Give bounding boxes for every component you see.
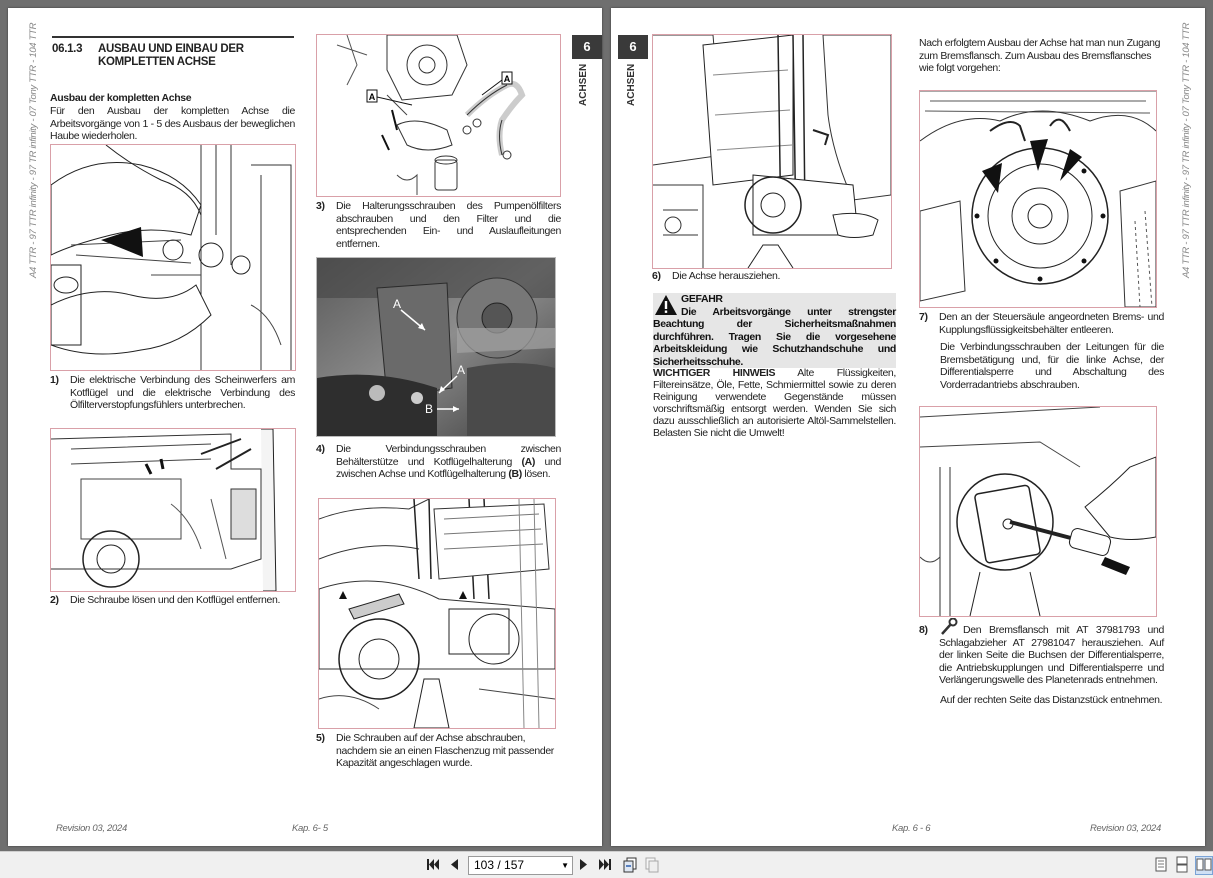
prev-page-icon xyxy=(451,859,458,870)
fig3-label-a1: A xyxy=(369,92,376,102)
continuous-page-icon xyxy=(1176,856,1188,873)
previous-view-icon xyxy=(623,857,637,873)
viewer-toolbar: 103 / 157 ▼ xyxy=(0,851,1213,878)
figure-brake-flange-drawing xyxy=(919,90,1157,308)
subheading: Ausbau der kompletten Achse xyxy=(50,92,192,104)
footer-revision: Revision 03, 2024 xyxy=(1090,823,1161,834)
next-view-icon xyxy=(645,857,659,873)
fig4-label-b: B xyxy=(425,402,433,416)
warning-title: GEFAHR xyxy=(681,293,723,305)
facing-pages-icon xyxy=(1196,858,1212,871)
section-title: AUSBAU UND EINBAU DER KOMPLETTEN ACHSE xyxy=(98,43,244,68)
previous-page-button[interactable] xyxy=(448,856,460,873)
single-page-view-button[interactable] xyxy=(1154,856,1168,873)
footer-revision: Revision 03, 2024 xyxy=(56,823,127,834)
warning-text: Die Arbeitsvorgänge unter strengster Bea… xyxy=(653,305,896,368)
go-forward-view-button[interactable] xyxy=(644,856,660,873)
side-model-text: A4 TTR - 97 TTR infinity - 97 TR infinit… xyxy=(1181,22,1192,278)
first-page-button[interactable] xyxy=(426,856,440,873)
fig4-label-a1: A xyxy=(393,297,401,311)
single-page-icon xyxy=(1155,857,1167,872)
last-page-icon xyxy=(599,859,611,870)
figure-pump-filter-diagram: A A xyxy=(316,34,561,197)
footer-page-number: Kap. 6- 5 xyxy=(292,823,328,834)
chapter-tab: 6 xyxy=(572,35,602,59)
last-page-button[interactable] xyxy=(598,856,612,873)
figure-connector-photo xyxy=(50,144,296,371)
important-note: WICHTIGER HINWEIS Alte Flüssigkeiten, Fi… xyxy=(653,367,896,439)
left-page: A4 TTR - 97 TTR infinity - 97 TR infinit… xyxy=(8,8,602,846)
next-page-button[interactable] xyxy=(578,856,590,873)
next-page-icon xyxy=(580,859,587,870)
footer-page-number: Kap. 6 - 6 xyxy=(892,823,931,834)
chapter-tab-label: ACHSEN xyxy=(578,63,589,106)
intro-text: Für den Ausbau der kompletten Achse die … xyxy=(50,105,295,142)
first-page-icon xyxy=(427,859,439,870)
figure-fender-drawing xyxy=(50,428,296,592)
chapter-tab: 6 xyxy=(618,35,648,59)
fig3-label-a2: A xyxy=(504,74,511,84)
section-heading: 06.1.3 AUSBAU UND EINBAU DER KOMPLETTEN … xyxy=(52,36,294,68)
warning-triangle-icon xyxy=(655,295,677,315)
facing-pages-view-button[interactable] xyxy=(1195,856,1213,875)
figure-axle-hoist-drawing xyxy=(318,498,556,729)
continuous-view-button[interactable] xyxy=(1175,856,1189,873)
step-7-continued: Die Verbindungsschrauben der Leitungen f… xyxy=(940,341,1164,391)
figure-bracket-photo: A A B xyxy=(316,257,556,437)
brake-intro-text: Nach erfolgtem Ausbau der Achse hat man … xyxy=(919,37,1161,74)
right-page: 6 ACHSEN 6) Die Achse herausziehen. GEFA… xyxy=(611,8,1205,846)
side-model-text: A4 TTR - 97 TTR infinity - 97 TR infinit… xyxy=(28,22,39,278)
danger-warning-box: GEFAHR Die Arbeitsvorgänge unter strengs… xyxy=(653,293,896,368)
page-number-select[interactable]: 103 / 157 ▼ xyxy=(468,856,573,875)
section-number: 06.1.3 xyxy=(52,43,83,55)
figure-axle-removal-drawing xyxy=(652,34,892,269)
chevron-down-icon: ▼ xyxy=(561,861,569,870)
go-back-view-button[interactable] xyxy=(622,856,638,873)
figure-slide-hammer-drawing xyxy=(919,406,1157,617)
fig4-label-a2: A xyxy=(457,363,465,377)
wrench-tool-icon xyxy=(941,618,958,635)
page-number-value: 103 / 157 xyxy=(474,858,525,872)
step-8-continued: Auf der rechten Seite das Distanzstück e… xyxy=(940,694,1163,706)
note-label: WICHTIGER HINWEIS xyxy=(653,367,776,379)
chapter-tab-label: ACHSEN xyxy=(626,63,637,106)
